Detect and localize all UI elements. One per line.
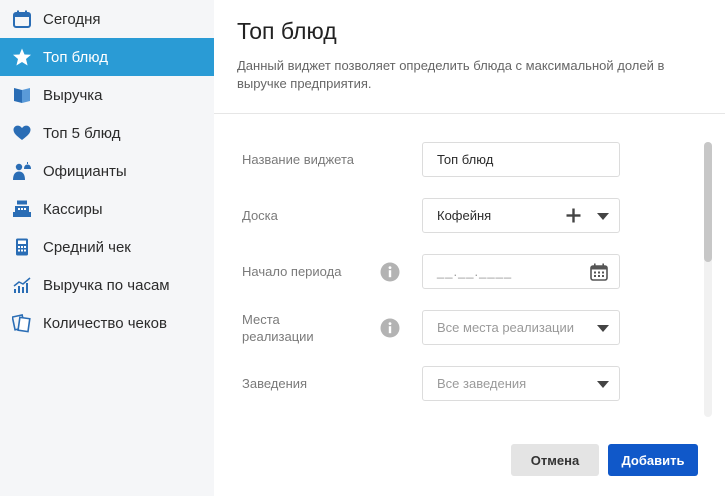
chevron-down-icon[interactable] [597,213,609,220]
sidebar-item-label: Выручка по часам [43,276,170,294]
cash-register-icon [12,199,32,219]
heart-icon [12,123,32,143]
sidebar-item-revenue[interactable]: Выручка [0,76,214,114]
sidebar-item-label: Топ блюд [43,48,108,66]
add-board-icon[interactable] [566,208,581,223]
waiter-icon [12,161,32,181]
sidebar-item-hourly-revenue[interactable]: Выручка по часам [0,266,214,304]
sidebar-item-label: Сегодня [43,10,101,28]
sidebar-item-label: Средний чек [43,238,131,256]
info-icon[interactable] [380,262,400,282]
sidebar-item-average-check[interactable]: Средний чек [0,228,214,266]
calendar-icon [12,9,32,29]
chevron-down-icon[interactable] [597,325,609,332]
sale-places-label-line2: реализации [242,329,314,344]
widget-dialog: Сегодня Топ блюд Выручка Топ 5 блюд Офиц… [0,0,725,496]
widget-name-value: Топ блюд [437,152,494,167]
calendar-icon[interactable] [590,263,608,281]
board-label: Доска [242,208,278,223]
cancel-button[interactable]: Отмена [511,444,599,476]
book-icon [12,85,32,105]
sidebar-item-cashiers[interactable]: Кассиры [0,190,214,228]
sale-places-select[interactable]: Все места реализации [422,310,620,345]
scrollbar-thumb[interactable] [704,142,712,262]
sidebar: Сегодня Топ блюд Выручка Топ 5 блюд Офиц… [0,0,214,496]
page-description: Данный виджет позволяет определить блюда… [237,58,665,91]
sale-places-label-line1: Места [242,312,280,327]
widget-name-input[interactable]: Топ блюд [422,142,620,177]
sidebar-item-today[interactable]: Сегодня [0,0,214,38]
header-divider [214,113,725,114]
sidebar-item-waiters[interactable]: Официанты [0,152,214,190]
period-start-date-input[interactable]: __.__.____ [422,254,620,289]
establishments-label: Заведения [242,376,308,391]
calculator-icon [12,237,32,257]
sidebar-item-label: Количество чеков [43,314,167,332]
chart-icon [12,275,32,295]
board-select[interactable]: Кофейня [422,198,620,233]
add-button[interactable]: Добавить [608,444,698,476]
sidebar-item-label: Выручка [43,86,103,104]
sale-places-label: Места реализации [242,311,314,345]
period-start-label: Начало периода [242,264,342,279]
sidebar-item-label: Официанты [43,162,127,180]
star-icon [12,47,32,67]
sidebar-item-label: Топ 5 блюд [43,124,121,142]
sidebar-item-top-dishes[interactable]: Топ блюд [0,38,214,76]
info-icon[interactable] [380,318,400,338]
sidebar-item-checks-count[interactable]: Количество чеков [0,304,214,342]
chevron-down-icon[interactable] [597,381,609,388]
sidebar-item-label: Кассиры [43,200,103,218]
period-start-placeholder: __.__.____ [437,264,513,279]
sidebar-item-top5-dishes[interactable]: Топ 5 блюд [0,114,214,152]
receipts-icon [12,313,32,333]
page-title: Топ блюд [237,18,337,44]
widget-name-label: Название виджета [242,152,354,167]
establishments-select[interactable]: Все заведения [422,366,620,401]
establishments-placeholder: Все заведения [437,376,527,391]
board-value: Кофейня [437,208,492,223]
sale-places-placeholder: Все места реализации [437,320,575,335]
